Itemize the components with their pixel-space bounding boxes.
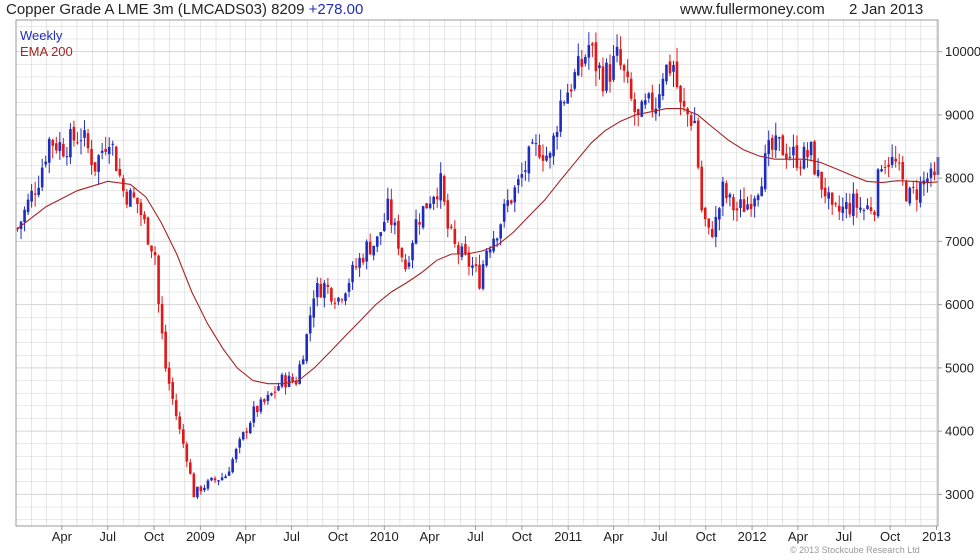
candle xyxy=(904,179,908,202)
y-tick-label: 7000 xyxy=(945,234,974,249)
candle xyxy=(605,58,608,94)
price-chart: Apr Jul Oct 2009 Apr Jul Oct 2010 Apr Jul Oct 2011 A… xyxy=(15,19,980,544)
candle xyxy=(157,254,160,313)
candle xyxy=(305,333,309,364)
y-tick-label: 3000 xyxy=(945,487,974,502)
candle xyxy=(781,134,785,156)
candle xyxy=(485,248,488,268)
price-change: +278.00 xyxy=(308,1,364,18)
x-tick-label: Apr xyxy=(52,529,73,544)
candle xyxy=(129,188,132,207)
x-tick-label: Jul xyxy=(835,529,852,544)
y-tick-label: 4000 xyxy=(945,424,974,439)
chart-date: 2 Jan 2013 xyxy=(849,1,924,18)
x-tick-label: 2010 xyxy=(370,529,399,544)
candle xyxy=(908,186,912,206)
chart-title: Copper Grade A LME 3m (LMCADS03) 8209 +2… xyxy=(6,1,363,18)
x-tick-label: 2012 xyxy=(738,529,767,544)
instrument-name: Copper Grade A LME 3m (LMCADS03) xyxy=(6,1,267,18)
x-tick-label: 2013 xyxy=(922,529,951,544)
y-tick-label: 8000 xyxy=(945,171,974,186)
x-tick-label: Apr xyxy=(603,529,624,544)
last-price: 8209 xyxy=(271,1,305,18)
candle xyxy=(114,145,118,172)
x-axis: Apr Jul Oct 2009 Apr Jul Oct 2010 Apr Jul Oct 2011 A… xyxy=(52,526,951,544)
y-tick-label: 6000 xyxy=(945,297,974,312)
x-tick-label: Oct xyxy=(880,529,901,544)
candle xyxy=(192,472,196,498)
candle xyxy=(146,216,150,246)
candle xyxy=(573,68,577,91)
x-tick-label: Jul xyxy=(651,529,668,544)
candle xyxy=(813,140,816,176)
legend-weekly: Weekly xyxy=(20,28,63,43)
candle xyxy=(700,160,704,213)
chart-header: Copper Grade A LME 3m (LMCADS03) 8209 +2… xyxy=(0,0,980,20)
candle xyxy=(259,397,263,415)
x-tick-label: 2009 xyxy=(186,529,215,544)
x-tick-label: Apr xyxy=(420,529,441,544)
x-tick-label: 2011 xyxy=(554,529,582,544)
candle xyxy=(231,457,234,474)
copyright-credit: © 2013 Stockcube Research Ltd xyxy=(790,545,920,555)
candle xyxy=(876,168,880,219)
x-tick-label: Oct xyxy=(696,529,717,544)
x-tick-label: Jul xyxy=(467,529,484,544)
y-tick-label: 10000 xyxy=(945,44,980,59)
x-tick-label: Jul xyxy=(283,529,300,544)
candle xyxy=(421,205,425,230)
y-axis: 3000 4000 5000 6000 7000 8000 9000 10000 xyxy=(938,44,980,502)
candle xyxy=(442,174,446,206)
website-label[interactable]: www.fullermoney.com xyxy=(680,1,825,18)
candle xyxy=(481,260,485,291)
y-tick-label: 5000 xyxy=(945,360,974,375)
candle xyxy=(640,99,644,118)
x-tick-label: Apr xyxy=(236,529,257,544)
x-tick-label: Jul xyxy=(99,529,116,544)
legend-ema: EMA 200 xyxy=(20,44,73,59)
candle xyxy=(241,431,245,441)
x-tick-label: Oct xyxy=(328,529,349,544)
candle xyxy=(164,324,167,372)
y-tick-label: 9000 xyxy=(945,107,974,122)
x-tick-label: Apr xyxy=(788,529,809,544)
x-tick-label: Oct xyxy=(512,529,533,544)
candle xyxy=(280,372,284,389)
x-tick-label: Oct xyxy=(144,529,165,544)
candle xyxy=(425,203,428,209)
candle xyxy=(696,117,700,170)
